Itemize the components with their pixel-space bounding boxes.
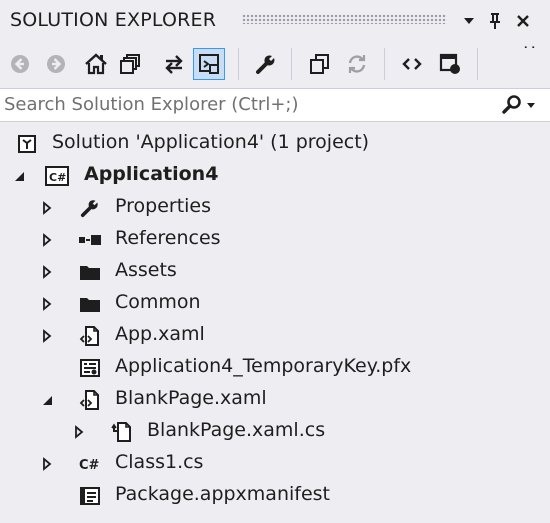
wrench-icon bbox=[78, 197, 102, 219]
panel-title: SOLUTION EXPLORER bbox=[10, 9, 217, 31]
references-icon bbox=[78, 229, 102, 251]
solution-explorer-panel: SOLUTION EXPLORER ˙˙ Search Solution Exp… bbox=[0, 0, 550, 523]
chevron-down-icon bbox=[526, 103, 535, 108]
triangle-down-icon bbox=[464, 18, 474, 24]
search-input[interactable]: Search Solution Explorer (Ctrl+;) bbox=[4, 94, 299, 115]
tree-item-label: Common bbox=[115, 291, 201, 313]
search-icon bbox=[501, 95, 521, 114]
tree-item-blankpage-xaml[interactable]: BlankPage.xaml bbox=[0, 384, 550, 416]
tree-item-temporary-key[interactable]: Application4_TemporaryKey.pfx bbox=[0, 352, 550, 384]
tree-item-label: Solution 'Application4' (1 project) bbox=[52, 131, 370, 153]
search-options-button[interactable] bbox=[496, 92, 540, 118]
folder-icon bbox=[78, 261, 102, 283]
collapsed-triangle-icon[interactable] bbox=[40, 200, 54, 216]
collapsed-triangle-icon[interactable] bbox=[40, 232, 54, 248]
show-all-files-icon bbox=[199, 54, 219, 74]
designer-icon bbox=[439, 53, 460, 74]
tree-item-app-xaml[interactable]: App.xaml bbox=[0, 320, 550, 352]
refresh-icon bbox=[348, 55, 366, 73]
toolbar: ˙˙ bbox=[0, 42, 550, 86]
manifest-icon bbox=[78, 485, 102, 507]
collapsed-triangle-icon[interactable] bbox=[40, 456, 54, 472]
code-behind-file-icon bbox=[110, 421, 134, 443]
view-designer-button[interactable] bbox=[434, 48, 466, 80]
collapse-all-button[interactable] bbox=[303, 48, 335, 80]
tree-item-label: Class1.cs bbox=[115, 451, 204, 473]
sync-with-active-document-button[interactable] bbox=[158, 48, 190, 80]
expanded-triangle-icon[interactable] bbox=[40, 392, 54, 408]
wrench-icon bbox=[256, 55, 275, 74]
view-code-button[interactable] bbox=[396, 48, 428, 80]
tree-item-solution[interactable]: Solution 'Application4' (1 project) bbox=[0, 128, 550, 160]
tree-item-common-folder[interactable]: Common bbox=[0, 288, 550, 320]
svg-text:C#: C# bbox=[79, 458, 100, 472]
tree-item-properties[interactable]: Properties bbox=[0, 192, 550, 224]
pending-changes-filter-button[interactable] bbox=[114, 48, 146, 80]
csharp-file-icon: C# bbox=[78, 453, 102, 475]
sync-arrows-icon bbox=[165, 55, 183, 74]
forward-arrow-icon bbox=[47, 55, 65, 73]
auto-hide-pin-button[interactable] bbox=[484, 9, 506, 33]
xaml-file-icon bbox=[78, 389, 102, 411]
toolbar-separator bbox=[477, 48, 478, 80]
forward-button[interactable] bbox=[40, 48, 72, 80]
collapsed-triangle-icon[interactable] bbox=[72, 424, 86, 440]
back-arrow-icon bbox=[11, 55, 29, 73]
tree-item-label: Properties bbox=[115, 195, 212, 217]
certificate-icon bbox=[78, 357, 102, 379]
collapsed-triangle-icon[interactable] bbox=[40, 296, 54, 312]
drag-handle-grip[interactable] bbox=[242, 14, 447, 24]
title-bar: SOLUTION EXPLORER bbox=[0, 0, 550, 42]
code-brackets-icon bbox=[402, 58, 422, 70]
svg-text:C#: C# bbox=[49, 171, 66, 184]
csharp-project-icon: C# bbox=[45, 165, 69, 187]
folder-icon bbox=[78, 293, 102, 315]
tree-item-blankpage-xaml-cs[interactable]: BlankPage.xaml.cs bbox=[0, 416, 550, 448]
close-button[interactable] bbox=[512, 9, 534, 33]
tree-item-label: Package.appxmanifest bbox=[115, 483, 331, 505]
tree-item-label: Application4_TemporaryKey.pfx bbox=[115, 355, 412, 377]
toolbar-separator bbox=[291, 48, 292, 80]
collapsed-triangle-icon[interactable] bbox=[40, 264, 54, 280]
tree-item-class1-cs[interactable]: C# Class1.cs bbox=[0, 448, 550, 480]
tree-item-label: BlankPage.xaml bbox=[115, 387, 267, 409]
properties-button[interactable] bbox=[250, 48, 282, 80]
collapse-all-icon bbox=[310, 54, 329, 74]
search-box[interactable]: Search Solution Explorer (Ctrl+;) bbox=[0, 88, 550, 122]
toolbar-separator bbox=[238, 48, 239, 80]
tree-item-label: References bbox=[115, 227, 221, 249]
toolbar-overflow-button[interactable]: ˙˙ bbox=[520, 46, 540, 61]
tree-item-label: Assets bbox=[115, 259, 177, 281]
toolbar-separator bbox=[384, 48, 385, 80]
solution-icon bbox=[15, 133, 39, 155]
pin-icon bbox=[490, 13, 500, 29]
tree-item-label: BlankPage.xaml.cs bbox=[147, 419, 326, 441]
close-icon bbox=[517, 15, 529, 27]
tree-item-label: Application4 bbox=[84, 163, 219, 185]
show-all-files-button[interactable] bbox=[193, 48, 225, 80]
window-position-dropdown-button[interactable] bbox=[458, 9, 480, 33]
expanded-triangle-icon[interactable] bbox=[12, 168, 26, 184]
tree-item-package-manifest[interactable]: Package.appxmanifest bbox=[0, 480, 550, 512]
stacked-windows-icon bbox=[120, 54, 140, 74]
back-button[interactable] bbox=[4, 48, 36, 80]
tree-item-label: App.xaml bbox=[115, 323, 205, 345]
xaml-file-icon bbox=[78, 325, 102, 347]
home-icon bbox=[85, 53, 107, 75]
refresh-button[interactable] bbox=[341, 48, 373, 80]
tree-item-project[interactable]: C# Application4 bbox=[0, 160, 550, 192]
home-button[interactable] bbox=[80, 48, 112, 80]
collapsed-triangle-icon[interactable] bbox=[40, 328, 54, 344]
tree-item-references[interactable]: References bbox=[0, 224, 550, 256]
tree-item-assets-folder[interactable]: Assets bbox=[0, 256, 550, 288]
